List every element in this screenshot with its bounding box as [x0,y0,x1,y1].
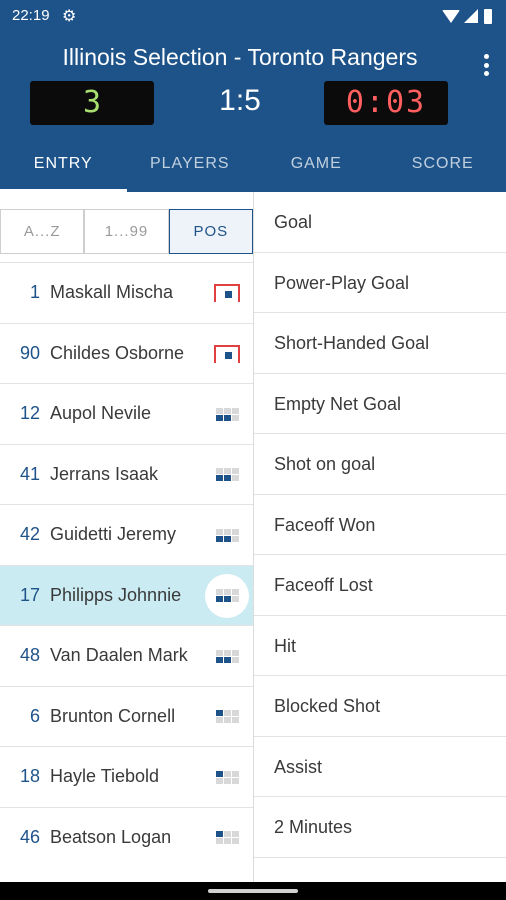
gear-icon: ⚙ [62,8,77,25]
sort-number-button[interactable]: 1...99 [84,209,169,254]
player-name: Brunton Cornell [50,705,176,726]
player-number: 6 [29,705,40,726]
tab-game[interactable]: GAME [253,145,380,192]
event-item[interactable]: Short-Handed Goal [254,313,506,374]
event-item[interactable]: Assist [254,737,506,797]
event-item[interactable]: Hit [254,616,506,676]
event-item[interactable]: Blocked Shot [254,676,506,737]
player-name: Aupol Nevile [50,403,152,423]
event-item[interactable]: Empty Net Goal [254,374,506,434]
player-rows: 1 Maskall Mischa 90 Childes Osborne 12 Aupol … [0,262,253,867]
tab-score[interactable]: SCORE [380,145,506,192]
match-title: Illinois Selection - Toronto Rangers [62,44,418,70]
event-item[interactable]: 2 Minutes [254,797,506,858]
defense-position-icon [213,763,241,791]
player-name: Childes Osborne [50,342,185,363]
event-item[interactable]: Faceoff Lost [254,555,506,616]
player-row[interactable]: 1 Maskall Mischa [0,262,253,323]
forward-position-icon [213,461,241,489]
player-name: Jerrans Isaak [50,463,159,484]
status-icons [442,7,492,25]
player-row[interactable]: 90 Childes Osborne [0,322,253,384]
event-list: Goal Power-Play Goal Short-Handed Goal Empt… [254,192,506,882]
player-name: Beatson Logan [50,826,172,847]
player-row[interactable]: 42 Guidetti Jeremy [0,504,253,565]
forward-position-icon [213,642,241,670]
signal-icon [464,9,478,23]
period-display: 3 [30,81,154,125]
player-row[interactable]: 17 Philipps Johnnie [0,564,253,625]
defense-position-icon [213,824,241,852]
player-row[interactable]: 6 Brunton Cornell [0,685,253,747]
navigation-bar [0,882,506,900]
player-row[interactable]: 46 Beatson Logan [0,806,253,868]
forward-position-icon [205,573,249,618]
tab-players[interactable]: PLAYERS [127,145,254,192]
player-number: 18 [19,766,40,786]
player-number: 1 [29,282,40,302]
player-row[interactable]: 48 Van Daalen Mark [0,625,253,686]
player-number: 12 [19,403,40,423]
tab-entry[interactable]: ENTRY [0,145,127,192]
sort-bar: A...Z 1...99 POS [0,192,253,262]
player-name: Maskall Mischa [50,282,174,302]
player-row[interactable]: 12 Aupol Nevile [0,383,253,444]
player-number: 46 [19,826,40,847]
player-name: Hayle Tiebold [50,766,160,786]
status-bar: 22:19 ⚙ [0,0,506,32]
score-display: 1:5 [219,84,261,117]
goalie-net-icon [213,279,241,307]
player-name: Van Daalen Mark [50,645,188,665]
more-menu-icon[interactable] [482,54,490,76]
status-time: 22:19 [12,7,50,24]
event-item[interactable]: Faceoff Won [254,495,506,555]
event-item[interactable]: Shot on goal [254,434,506,495]
forward-position-icon [213,400,241,428]
player-name: Guidetti Jeremy [50,524,177,544]
sort-position-button[interactable]: POS [168,209,253,254]
home-gesture-handle[interactable] [208,889,298,893]
sort-alpha-button[interactable]: A...Z [0,209,85,254]
player-name: Philipps Johnnie [50,584,182,605]
defense-position-icon [213,703,241,731]
player-number: 41 [19,463,40,484]
app-bar: Illinois Selection - Toronto Rangers 3 1… [0,32,506,192]
wifi-icon [442,9,460,23]
player-list: A...Z 1...99 POS 1 Maskall Mischa 90 Childe… [0,192,254,882]
tab-bar: ENTRY PLAYERS GAME SCORE [0,145,506,192]
timer-display[interactable]: 0:03 [324,81,448,125]
forward-position-icon [213,521,241,549]
player-number: 17 [19,584,40,605]
goalie-net-icon [213,340,241,368]
player-row[interactable]: 18 Hayle Tiebold [0,746,253,807]
event-item[interactable]: Goal [254,192,506,253]
player-row[interactable]: 41 Jerrans Isaak [0,443,253,505]
battery-icon [484,8,492,24]
event-item[interactable]: Power-Play Goal [254,253,506,313]
player-number: 42 [19,524,40,544]
player-number: 90 [19,342,40,363]
player-number: 48 [19,645,40,665]
